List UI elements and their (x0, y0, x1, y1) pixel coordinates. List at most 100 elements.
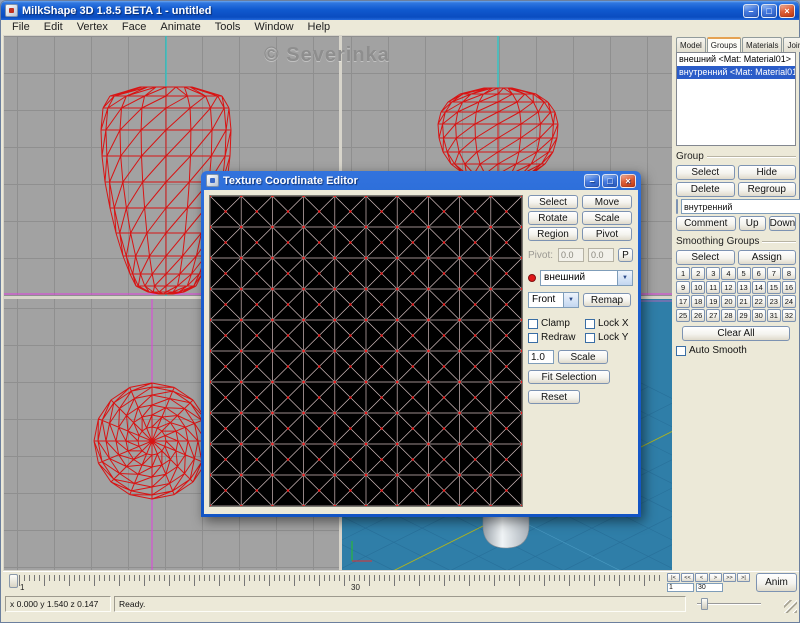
tab-materials[interactable]: Materials (742, 37, 782, 52)
group-list-item[interactable]: внешний <Mat: Material01> (677, 53, 795, 66)
vcr-button[interactable]: > (709, 573, 722, 582)
maximize-button[interactable]: □ (761, 4, 777, 18)
smoothing-group-button[interactable]: 29 (737, 309, 751, 322)
smoothing-group-button[interactable]: 18 (691, 295, 705, 308)
smoothing-group-button[interactable]: 30 (752, 309, 766, 322)
tab-joints[interactable]: Joints (783, 37, 800, 52)
dialog-close-button[interactable]: × (620, 174, 636, 188)
scale-apply-button[interactable]: Scale (558, 350, 608, 364)
group-hide-button[interactable]: Hide (738, 165, 797, 180)
uv-region-button[interactable]: Region (528, 227, 578, 241)
resize-grip[interactable] (784, 600, 797, 613)
smoothing-group-button[interactable]: 5 (737, 267, 751, 280)
smoothing-group-button[interactable]: 2 (691, 267, 705, 280)
menu-item[interactable]: Help (301, 20, 338, 35)
group-rename-button[interactable]: Rename (676, 199, 678, 214)
uv-pivot-button[interactable]: Pivot (582, 227, 632, 241)
fit-selection-button[interactable]: Fit Selection (528, 370, 610, 384)
dialog-maximize-button[interactable]: □ (602, 174, 618, 188)
vcr-button[interactable]: << (681, 573, 694, 582)
smoothing-group-button[interactable]: 9 (676, 281, 690, 294)
chevron-down-icon[interactable]: ▼ (563, 293, 578, 307)
uv-scale-button[interactable]: Scale (582, 211, 632, 225)
checkbox-box[interactable] (676, 346, 686, 356)
menu-item[interactable]: Tools (208, 20, 248, 35)
smoothing-assign-button[interactable]: Assign (738, 250, 797, 265)
auto-smooth-checkbox[interactable]: Auto Smooth (676, 345, 796, 356)
vcr-button[interactable]: >> (723, 573, 736, 582)
group-list-item-selected[interactable]: внутренний <Mat: Material01> (677, 66, 795, 79)
smoothing-group-button[interactable]: 25 (676, 309, 690, 322)
menu-item[interactable]: Edit (37, 20, 70, 35)
vcr-button[interactable]: |< (667, 573, 680, 582)
scale-value-field[interactable] (528, 350, 554, 364)
smoothing-group-button[interactable]: 28 (721, 309, 735, 322)
smoothing-group-button[interactable]: 20 (721, 295, 735, 308)
view-combobox[interactable]: Front ▼ (528, 292, 579, 308)
smoothing-select-button[interactable]: Select (676, 250, 735, 265)
smoothing-group-button[interactable]: 32 (782, 309, 796, 322)
smoothing-group-button[interactable]: 24 (782, 295, 796, 308)
smoothing-group-button[interactable]: 27 (706, 309, 720, 322)
group-combobox[interactable]: внешний ▼ (540, 270, 633, 286)
uv-move-button[interactable]: Move (582, 195, 632, 209)
smoothing-group-button[interactable]: 11 (706, 281, 720, 294)
reset-button[interactable]: Reset (528, 390, 580, 404)
menu-item[interactable]: File (5, 20, 37, 35)
pivot-y-field[interactable] (588, 248, 614, 262)
clamp-checkbox[interactable]: Clamp (528, 318, 581, 329)
lock-x-checkbox[interactable]: Lock X (585, 318, 629, 329)
frame-slider-thumb[interactable] (9, 574, 18, 588)
tab-groups[interactable]: Groups (707, 37, 741, 52)
group-delete-button[interactable]: Delete (676, 182, 735, 197)
uv-mesh-canvas[interactable] (210, 196, 522, 506)
redraw-checkbox[interactable]: Redraw (528, 332, 581, 343)
smoothing-group-button[interactable]: 3 (706, 267, 720, 280)
smoothing-group-button[interactable]: 10 (691, 281, 705, 294)
current-frame-field[interactable] (667, 583, 694, 592)
checkbox-box[interactable] (585, 319, 595, 329)
smoothing-group-button[interactable]: 13 (737, 281, 751, 294)
minimize-button[interactable]: – (743, 4, 759, 18)
vcr-button[interactable]: >| (737, 573, 750, 582)
smoothing-group-button[interactable]: 23 (767, 295, 781, 308)
smoothing-group-button[interactable]: 31 (767, 309, 781, 322)
close-button[interactable]: × (779, 4, 795, 18)
checkbox-box[interactable] (585, 333, 595, 343)
group-comment-button[interactable]: Comment (676, 216, 736, 231)
checkbox-box[interactable] (528, 319, 538, 329)
chevron-down-icon[interactable]: ▼ (617, 271, 632, 285)
smoothing-group-button[interactable]: 12 (721, 281, 735, 294)
smoothing-group-button[interactable]: 19 (706, 295, 720, 308)
frame-ruler[interactable]: 1 30 (9, 574, 661, 591)
menu-item[interactable]: Animate (153, 20, 207, 35)
uv-rotate-button[interactable]: Rotate (528, 211, 578, 225)
clear-all-button[interactable]: Clear All (682, 326, 790, 341)
smoothing-group-button[interactable]: 16 (782, 281, 796, 294)
menu-item[interactable]: Window (247, 20, 300, 35)
status-slider[interactable] (697, 598, 761, 610)
smoothing-group-button[interactable]: 8 (782, 267, 796, 280)
groups-listbox[interactable]: внешний <Mat: Material01> внутренний <Ma… (676, 52, 796, 146)
smoothing-group-button[interactable]: 17 (676, 295, 690, 308)
smoothing-group-button[interactable]: 1 (676, 267, 690, 280)
smoothing-group-button[interactable]: 26 (691, 309, 705, 322)
remap-button[interactable]: Remap (583, 293, 631, 307)
smoothing-group-button[interactable]: 14 (752, 281, 766, 294)
uv-select-button[interactable]: Select (528, 195, 578, 209)
status-slider-handle[interactable] (701, 598, 708, 610)
smoothing-group-button[interactable]: 7 (767, 267, 781, 280)
group-rename-input[interactable] (681, 199, 800, 214)
lock-y-checkbox[interactable]: Lock Y (585, 332, 628, 343)
group-select-button[interactable]: Select (676, 165, 735, 180)
anim-button[interactable]: Anim (756, 573, 797, 592)
smoothing-group-button[interactable]: 22 (752, 295, 766, 308)
menu-item[interactable]: Vertex (70, 20, 115, 35)
total-frames-field[interactable] (696, 583, 723, 592)
group-up-button[interactable]: Up (739, 216, 766, 231)
group-regroup-button[interactable]: Regroup (738, 182, 797, 197)
pivot-x-field[interactable] (558, 248, 584, 262)
smoothing-group-button[interactable]: 6 (752, 267, 766, 280)
smoothing-group-button[interactable]: 15 (767, 281, 781, 294)
smoothing-group-button[interactable]: 21 (737, 295, 751, 308)
